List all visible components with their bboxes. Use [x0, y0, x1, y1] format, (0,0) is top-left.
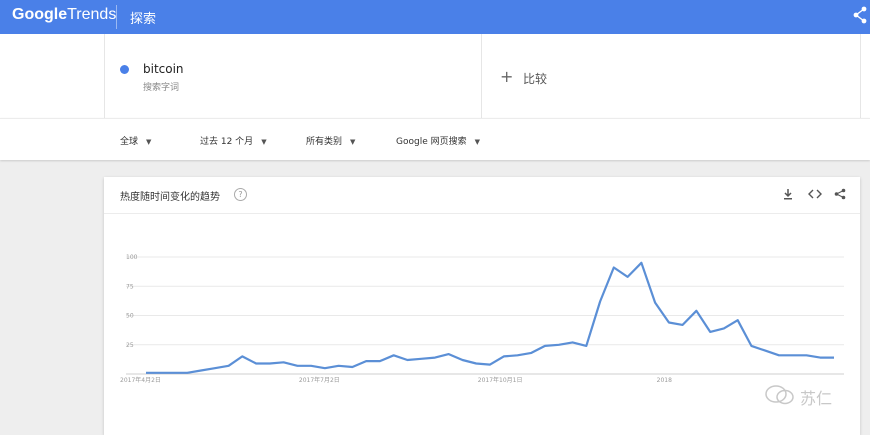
interest-line-chart: 100 75 50 25 2017年4月2日 2017年7月2日 2017年10月1日 201… [120, 254, 844, 384]
data-point[interactable] [708, 330, 712, 334]
search-type-filter[interactable]: Google 网页搜索 ▼ [396, 134, 480, 147]
data-point[interactable] [529, 351, 533, 355]
data-point[interactable] [598, 300, 602, 304]
data-point[interactable] [144, 371, 148, 375]
search-terms-panel: bitcoin 搜索字词 + 比较 [0, 34, 870, 118]
data-point[interactable] [722, 326, 726, 330]
data-point[interactable] [667, 321, 671, 325]
data-point[interactable] [612, 266, 616, 270]
data-point[interactable] [557, 343, 561, 347]
data-point[interactable] [763, 349, 767, 353]
data-point[interactable] [681, 323, 685, 327]
region-filter[interactable]: 全球 ▼ [120, 134, 151, 147]
data-point[interactable] [777, 353, 781, 357]
data-point[interactable] [295, 364, 299, 368]
data-point[interactable] [832, 356, 836, 360]
data-point[interactable] [309, 364, 313, 368]
data-point[interactable] [158, 371, 162, 375]
data-point[interactable] [419, 357, 423, 361]
data-point[interactable] [433, 356, 437, 360]
data-point[interactable] [818, 356, 822, 360]
filter-bar: 全球 ▼ 过去 12 个月 ▼ 所有类别 ▼ Google 网页搜索 ▼ [0, 118, 870, 160]
data-point[interactable] [805, 353, 809, 357]
data-point[interactable] [378, 359, 382, 363]
time-range-filter[interactable]: 过去 12 个月 ▼ [200, 134, 267, 147]
data-point[interactable] [584, 344, 588, 348]
google-trends-logo[interactable]: GoogleTrends [12, 6, 116, 24]
data-point[interactable] [461, 358, 465, 362]
watermark: 苏仁 [764, 384, 844, 408]
data-point[interactable] [282, 360, 286, 364]
data-point[interactable] [199, 369, 203, 373]
data-point[interactable] [571, 340, 575, 344]
dropdown-arrow-icon: ▼ [261, 138, 267, 146]
data-point[interactable] [474, 362, 478, 366]
data-point[interactable] [213, 366, 217, 370]
data-point[interactable] [502, 354, 506, 358]
term-type: 搜索字词 [143, 83, 180, 93]
watermark-text: 苏仁 [800, 389, 833, 408]
header-divider [116, 5, 117, 29]
data-point[interactable] [227, 364, 231, 368]
data-point[interactable] [447, 352, 451, 356]
series-line-bitcoin[interactable] [146, 261, 834, 374]
dropdown-arrow-icon: ▼ [474, 138, 480, 146]
interest-over-time-card: 热度随时间变化的趋势 ? 100 75 50 25 2017年4月2日 2017年7月2日… [104, 177, 860, 435]
data-point[interactable] [653, 301, 657, 305]
data-point[interactable] [639, 261, 643, 265]
share-icon[interactable] [852, 6, 868, 24]
data-point[interactable] [694, 309, 698, 313]
data-point[interactable] [337, 364, 341, 368]
dropdown-arrow-icon: ▼ [146, 138, 152, 146]
data-point[interactable] [254, 362, 258, 366]
data-point[interactable] [626, 275, 630, 279]
y-tick-label: 25 [126, 342, 134, 349]
dropdown-arrow-icon: ▼ [350, 138, 356, 146]
y-tick-label: 75 [126, 283, 134, 290]
data-point[interactable] [543, 344, 547, 348]
wechat-icon [765, 385, 794, 405]
data-point[interactable] [185, 371, 189, 375]
y-tick-label: 100 [126, 254, 138, 261]
data-point[interactable] [516, 353, 520, 357]
data-point[interactable] [791, 353, 795, 357]
data-point[interactable] [268, 362, 272, 366]
x-tick-label: 2017年4月2日 [120, 376, 161, 384]
data-point[interactable] [323, 366, 327, 370]
data-point[interactable] [364, 359, 368, 363]
category-filter[interactable]: 所有类别 ▼ [306, 134, 355, 147]
page-title: 探索 [130, 12, 157, 27]
x-tick-label: 2017年7月2日 [299, 376, 340, 384]
term-color-dot [120, 65, 129, 74]
data-point[interactable] [736, 318, 740, 322]
data-point[interactable] [240, 354, 244, 358]
data-point[interactable] [350, 365, 354, 369]
compare-button[interactable]: 比较 [523, 70, 547, 87]
y-tick-label: 50 [126, 313, 134, 320]
term-card-bitcoin[interactable]: bitcoin 搜索字词 [104, 34, 482, 118]
data-point[interactable] [488, 363, 492, 367]
top-bar: GoogleTrends 探索 [0, 0, 870, 34]
data-point[interactable] [405, 358, 409, 362]
panel-divider [860, 34, 861, 118]
data-point[interactable] [392, 353, 396, 357]
term-name[interactable]: bitcoin [143, 62, 184, 76]
data-point[interactable] [172, 371, 176, 375]
x-tick-label: 2017年10月1日 [478, 376, 523, 384]
add-icon[interactable]: + [500, 67, 513, 86]
data-point[interactable] [749, 344, 753, 348]
x-tick-label: 2018 [657, 377, 672, 384]
